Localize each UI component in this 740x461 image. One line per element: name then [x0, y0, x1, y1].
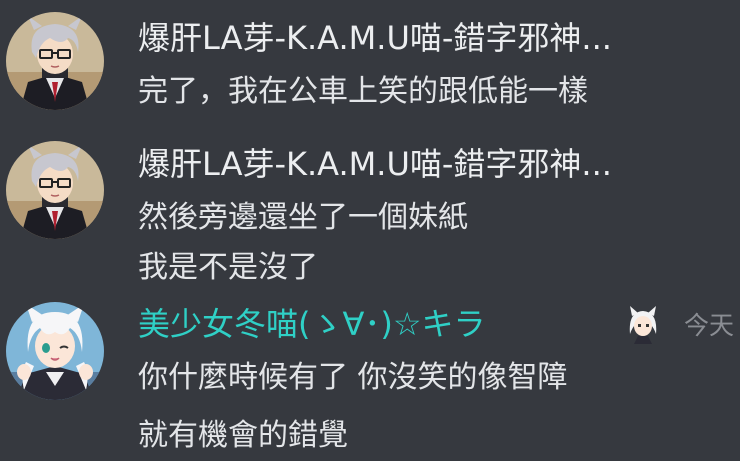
message-timestamp: 今天	[684, 311, 735, 340]
anime-fox-girl-avatar-icon	[6, 302, 104, 400]
message-text: 就有機會的錯覺	[138, 418, 348, 453]
message-group: 美少女冬喵(ゝ∀･)☆キラ 今天 你什麼時候有了 你沒笑的像智障 就有機會的錯覺	[0, 0, 740, 461]
user-avatar[interactable]	[6, 302, 104, 400]
message-text: 你什麼時候有了 你沒笑的像智障	[138, 360, 568, 395]
fox-girl-badge-icon	[624, 304, 662, 344]
message-author[interactable]: 美少女冬喵(ゝ∀･)☆キラ	[138, 304, 486, 344]
